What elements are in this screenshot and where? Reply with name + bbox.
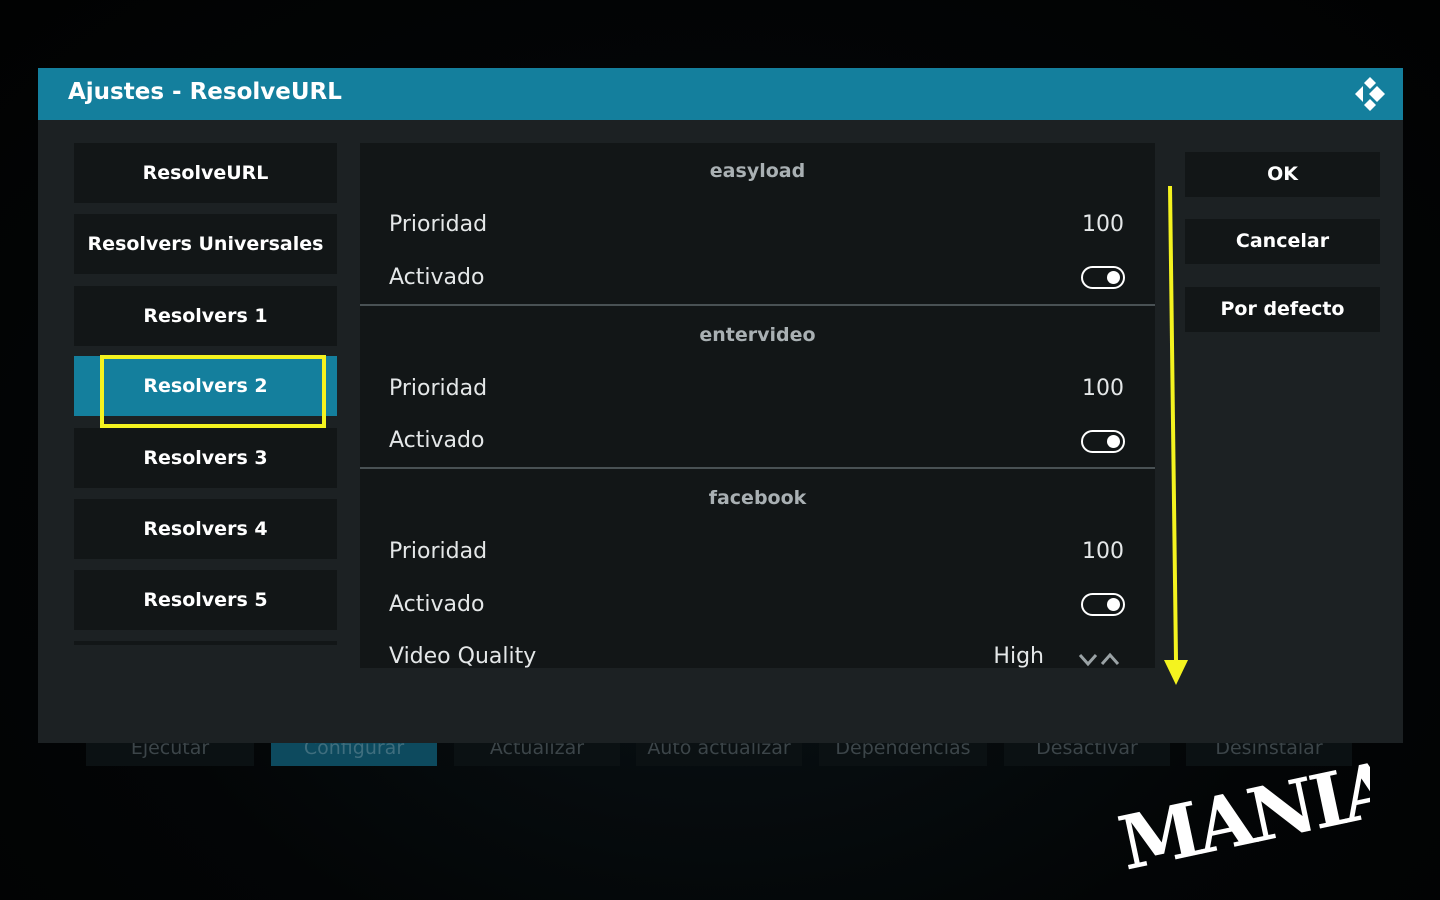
category-resolvers-3[interactable]: Resolvers 3 bbox=[74, 428, 337, 488]
chevron-down-icon bbox=[1078, 654, 1098, 667]
highlight-box bbox=[100, 355, 326, 428]
category-next-partial[interactable] bbox=[74, 641, 337, 645]
setting-priority-value: 100 bbox=[1082, 376, 1124, 401]
toggle-knob bbox=[1107, 435, 1120, 448]
section-divider bbox=[360, 467, 1155, 469]
section-title-easyload: easyload bbox=[709, 160, 806, 182]
settings-list: easyload Prioridad 100 Activado entervid… bbox=[360, 143, 1155, 668]
toggle-knob bbox=[1107, 598, 1120, 611]
setting-priority-label[interactable]: Prioridad bbox=[389, 376, 487, 401]
section-divider bbox=[360, 304, 1155, 306]
setting-priority-label[interactable]: Prioridad bbox=[389, 539, 487, 564]
default-button[interactable]: Por defecto bbox=[1185, 287, 1380, 332]
enabled-toggle[interactable] bbox=[1081, 593, 1125, 616]
ok-button[interactable]: OK bbox=[1185, 152, 1380, 197]
section-title-entervideo: entervideo bbox=[699, 324, 816, 346]
category-resolvers-4[interactable]: Resolvers 4 bbox=[74, 499, 337, 559]
watermark-text: MANIAC bbox=[1112, 745, 1370, 887]
setting-enabled-label[interactable]: Activado bbox=[389, 265, 484, 290]
setting-priority-value: 100 bbox=[1082, 539, 1124, 564]
setting-video-quality-value: High bbox=[993, 644, 1044, 668]
category-resolvers-1[interactable]: Resolvers 1 bbox=[74, 286, 337, 346]
chevron-up-icon bbox=[1100, 652, 1120, 665]
quality-spinner[interactable] bbox=[1076, 650, 1124, 668]
scroll-down-arrow-icon bbox=[1164, 185, 1188, 685]
enabled-toggle[interactable] bbox=[1081, 430, 1125, 453]
category-resolvers-5[interactable]: Resolvers 5 bbox=[74, 570, 337, 630]
setting-enabled-label[interactable]: Activado bbox=[389, 428, 484, 453]
setting-enabled-label[interactable]: Activado bbox=[389, 592, 484, 617]
setting-priority-label[interactable]: Prioridad bbox=[389, 212, 487, 237]
maniac-watermark: MANIAC bbox=[1112, 745, 1370, 887]
enabled-toggle[interactable] bbox=[1081, 266, 1125, 289]
setting-video-quality-label[interactable]: Video Quality bbox=[389, 644, 536, 668]
setting-priority-value: 100 bbox=[1082, 212, 1124, 237]
cancel-button[interactable]: Cancelar bbox=[1185, 219, 1380, 264]
category-resolveurl[interactable]: ResolveURL bbox=[74, 143, 337, 203]
dialog-header: Ajustes - ResolveURL bbox=[38, 68, 1403, 120]
section-title-facebook: facebook bbox=[708, 487, 807, 509]
kodi-logo-icon bbox=[1355, 77, 1385, 111]
dialog-title: Ajustes - ResolveURL bbox=[68, 79, 342, 105]
category-resolvers-universales[interactable]: Resolvers Universales bbox=[74, 214, 337, 274]
toggle-knob bbox=[1107, 271, 1120, 284]
